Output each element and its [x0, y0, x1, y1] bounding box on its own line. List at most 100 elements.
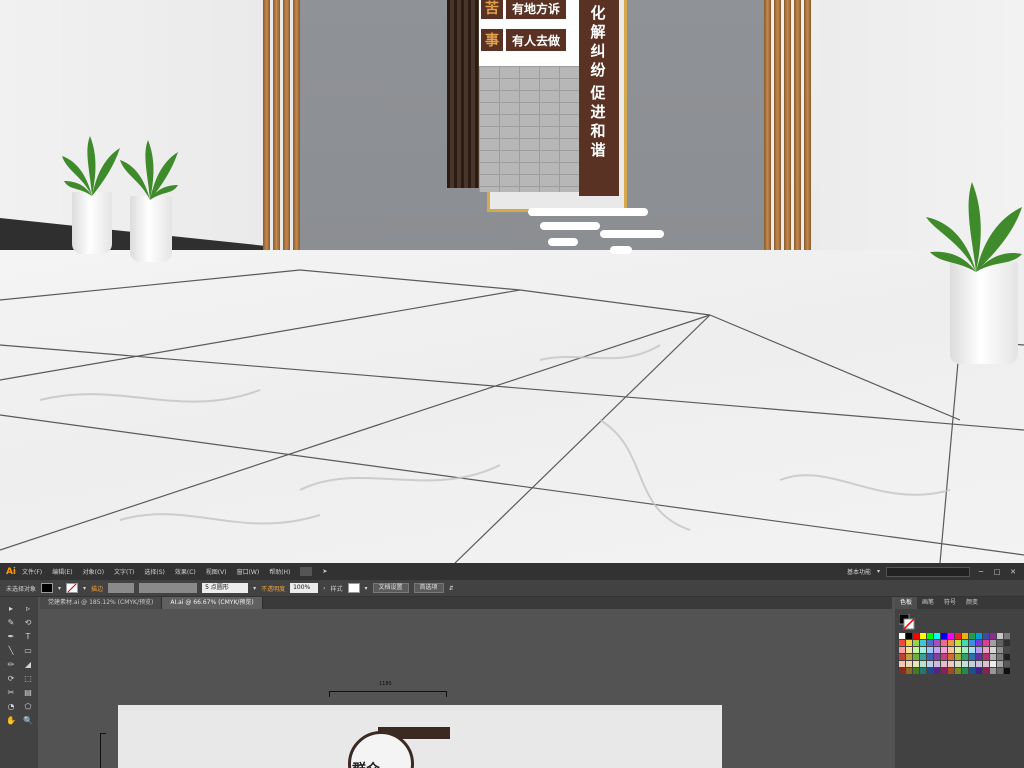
zoom-tool-icon[interactable]: 🔍: [21, 715, 35, 726]
tab-document-active[interactable]: AI.ai @ 66.67% (CMYK/预览): [162, 597, 263, 609]
color-swatch[interactable]: [913, 633, 919, 639]
color-swatch[interactable]: [941, 647, 947, 653]
color-swatch[interactable]: [934, 668, 940, 674]
tab-swatches[interactable]: 色板: [895, 597, 918, 609]
color-swatch[interactable]: [1004, 647, 1010, 653]
color-swatch[interactable]: [976, 647, 982, 653]
stroke-weight-input[interactable]: [108, 583, 135, 593]
color-swatch[interactable]: [955, 654, 961, 660]
menu-file[interactable]: 文件(F): [22, 567, 42, 576]
color-swatch[interactable]: [955, 633, 961, 639]
color-swatch[interactable]: [1004, 640, 1010, 646]
color-swatch[interactable]: [941, 640, 947, 646]
menu-help[interactable]: 帮助(H): [269, 567, 290, 576]
color-swatch[interactable]: [913, 647, 919, 653]
scale-tool-icon[interactable]: ⬚: [21, 673, 35, 684]
color-swatch[interactable]: [927, 640, 933, 646]
color-swatch[interactable]: [962, 654, 968, 660]
chevron-down-icon[interactable]: ▾: [253, 585, 256, 592]
color-swatch[interactable]: [920, 640, 926, 646]
color-swatch[interactable]: [983, 633, 989, 639]
color-swatch[interactable]: [983, 647, 989, 653]
send-icon[interactable]: ➤: [322, 568, 327, 575]
color-swatch[interactable]: [899, 647, 905, 653]
color-swatch[interactable]: [969, 647, 975, 653]
color-swatch[interactable]: [1004, 668, 1010, 674]
chevron-down-icon[interactable]: ▾: [58, 585, 61, 592]
color-swatch[interactable]: [955, 668, 961, 674]
color-swatch[interactable]: [934, 647, 940, 653]
rotate-tool-icon[interactable]: ⟳: [4, 673, 18, 684]
eraser-tool-icon[interactable]: ◢: [21, 659, 35, 670]
color-swatch[interactable]: [906, 633, 912, 639]
style-swatch[interactable]: [347, 583, 360, 593]
color-swatch[interactable]: [955, 647, 961, 653]
color-swatch[interactable]: [913, 654, 919, 660]
color-swatch[interactable]: [997, 661, 1003, 667]
stroke-label[interactable]: 描边: [91, 584, 103, 593]
lasso-tool-icon[interactable]: ⟲: [21, 617, 35, 628]
color-swatch[interactable]: [976, 640, 982, 646]
brush-select[interactable]: 5 点圆形: [202, 583, 249, 593]
color-swatch[interactable]: [983, 654, 989, 660]
color-swatch[interactable]: [990, 647, 996, 653]
close-button[interactable]: ✕: [1008, 568, 1018, 576]
color-swatch[interactable]: [969, 640, 975, 646]
color-swatch[interactable]: [990, 661, 996, 667]
color-swatch[interactable]: [927, 633, 933, 639]
color-swatch[interactable]: [899, 661, 905, 667]
color-swatch[interactable]: [969, 661, 975, 667]
search-input[interactable]: [886, 566, 970, 577]
color-swatch[interactable]: [906, 654, 912, 660]
color-swatch[interactable]: [962, 668, 968, 674]
color-swatch[interactable]: [948, 654, 954, 660]
color-swatch[interactable]: [976, 661, 982, 667]
color-swatch[interactable]: [941, 633, 947, 639]
gradient-tool-icon[interactable]: ◔: [4, 701, 18, 712]
color-swatch[interactable]: [955, 640, 961, 646]
color-swatch[interactable]: [941, 661, 947, 667]
menu-effect[interactable]: 效果(C): [175, 567, 196, 576]
variable-width-select[interactable]: [139, 583, 198, 593]
color-swatch[interactable]: [899, 654, 905, 660]
rectangle-tool-icon[interactable]: ▭: [21, 645, 35, 656]
artboard-canvas[interactable]: 1180 群众: [40, 609, 892, 768]
color-swatch[interactable]: [997, 647, 1003, 653]
color-swatch[interactable]: [962, 640, 968, 646]
type-tool-icon[interactable]: T: [21, 631, 35, 642]
bridge-icon[interactable]: [300, 567, 313, 576]
menu-edit[interactable]: 编辑(E): [52, 567, 72, 576]
color-swatch[interactable]: [969, 668, 975, 674]
color-swatch[interactable]: [906, 640, 912, 646]
hand-tool-icon[interactable]: ✋: [4, 715, 18, 726]
arrange-icon[interactable]: ⇵: [449, 585, 454, 592]
menu-type[interactable]: 文字(T): [114, 567, 134, 576]
color-swatch[interactable]: [927, 661, 933, 667]
color-swatch[interactable]: [997, 633, 1003, 639]
color-swatch[interactable]: [913, 668, 919, 674]
menu-select[interactable]: 选择(S): [144, 567, 165, 576]
color-swatch[interactable]: [948, 661, 954, 667]
color-swatch[interactable]: [997, 640, 1003, 646]
tab-brushes[interactable]: 画笔: [917, 597, 939, 609]
workspace-switcher[interactable]: 基本功能: [847, 567, 871, 576]
color-swatch[interactable]: [962, 633, 968, 639]
tab-document[interactable]: 党建素材.ai @ 185.12% (CMYK/预览): [40, 597, 163, 609]
color-swatch[interactable]: [934, 640, 940, 646]
color-swatch[interactable]: [927, 654, 933, 660]
pen-tool-icon[interactable]: ✒: [4, 631, 18, 642]
fill-stroke-indicator-icon[interactable]: [899, 614, 915, 630]
color-swatch[interactable]: [983, 668, 989, 674]
color-swatch[interactable]: [990, 640, 996, 646]
chevron-down-icon[interactable]: ▾: [365, 585, 368, 592]
color-swatch[interactable]: [1004, 633, 1010, 639]
color-swatch[interactable]: [920, 654, 926, 660]
color-swatch[interactable]: [990, 668, 996, 674]
color-swatch[interactable]: [948, 647, 954, 653]
fill-swatch[interactable]: [41, 583, 54, 593]
color-swatch[interactable]: [983, 661, 989, 667]
color-swatch[interactable]: [983, 640, 989, 646]
minimize-button[interactable]: ─: [976, 568, 986, 576]
color-swatch[interactable]: [990, 654, 996, 660]
color-swatch[interactable]: [934, 654, 940, 660]
